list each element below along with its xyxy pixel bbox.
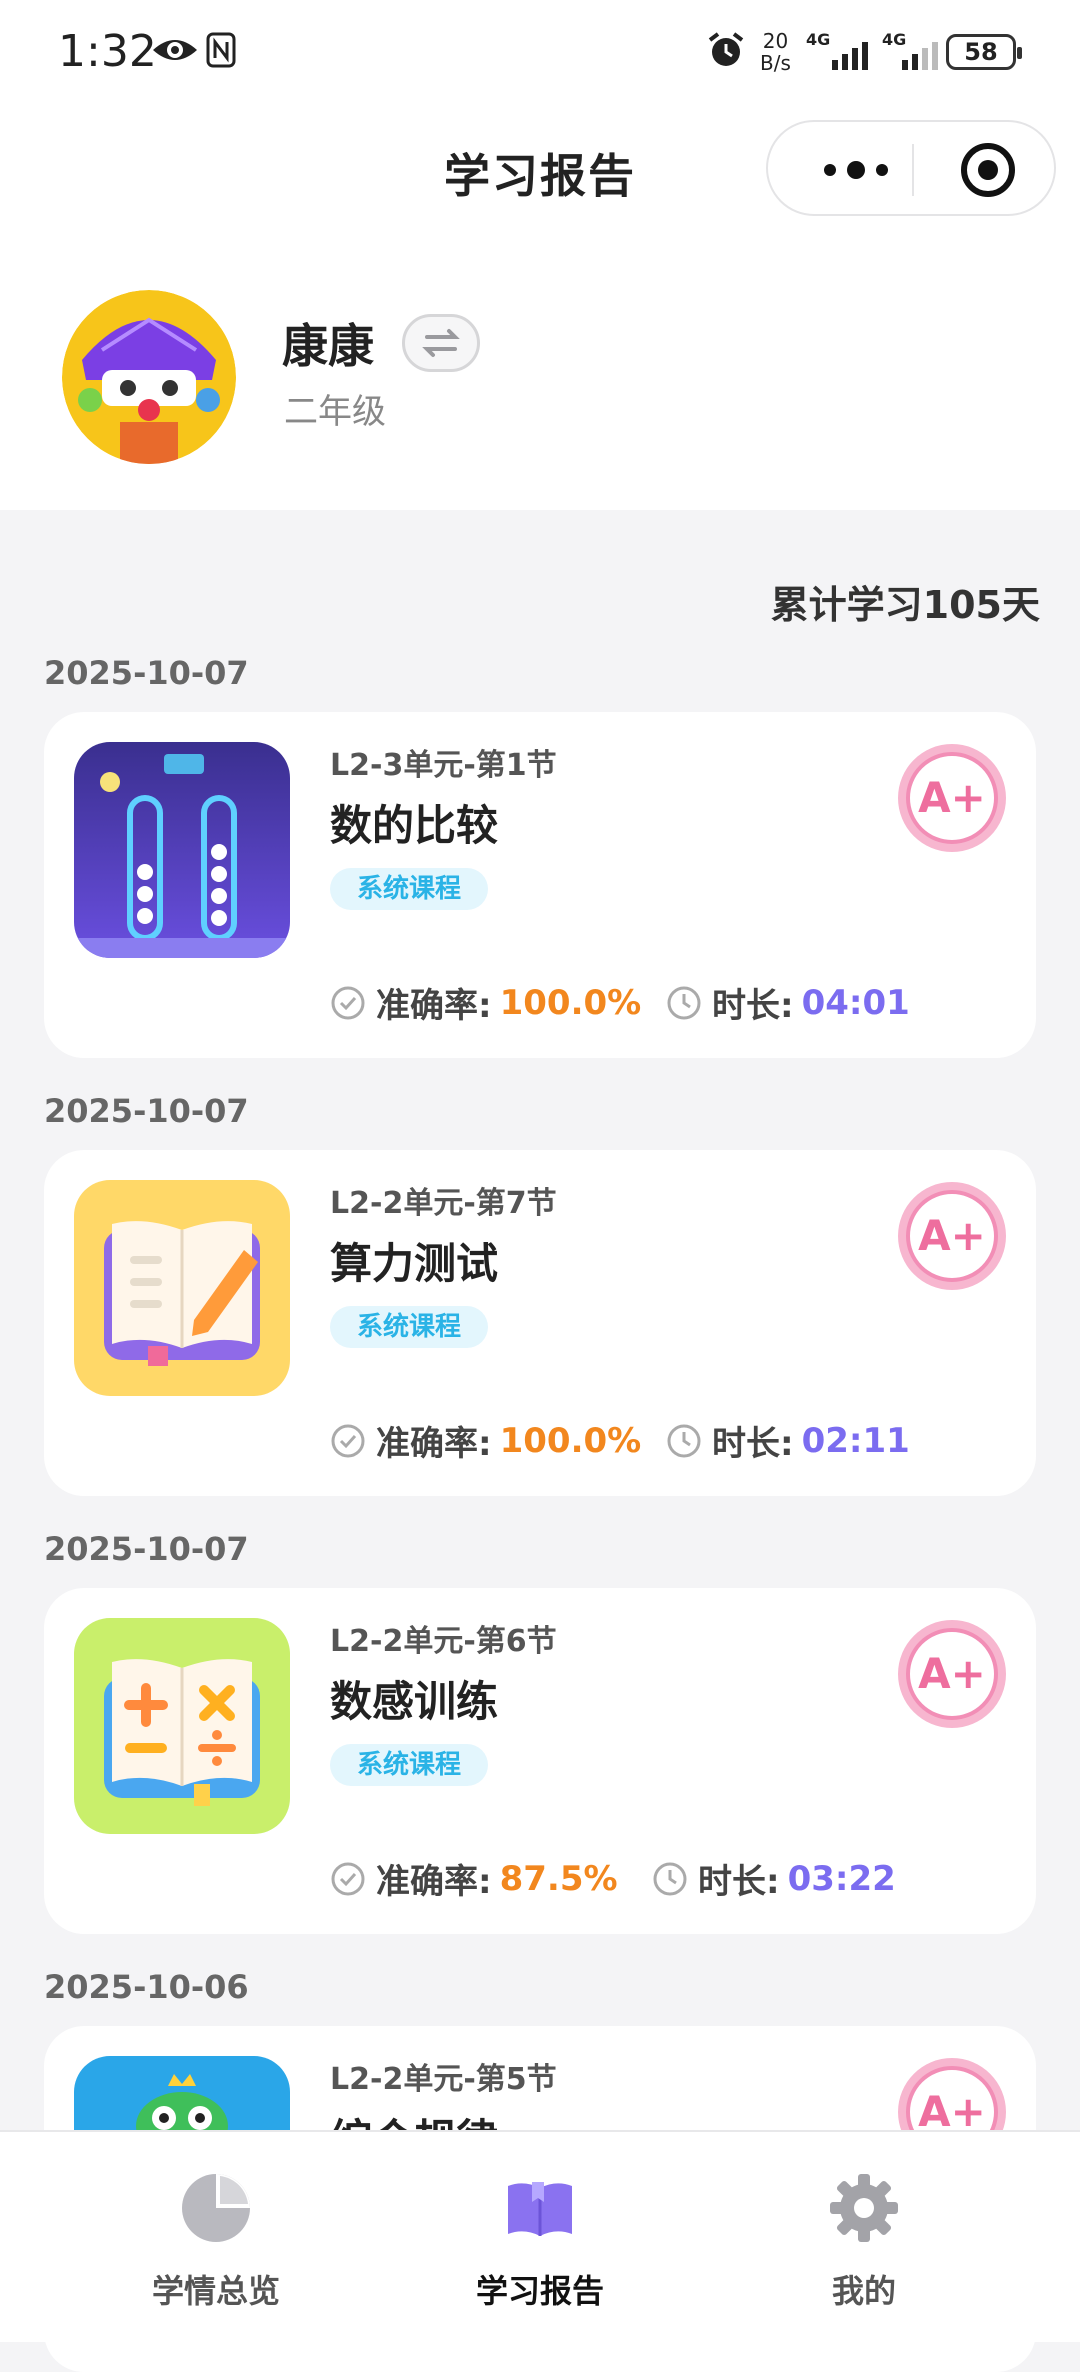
- accuracy-stat: 准确率: 100.0%: [330, 1416, 641, 1465]
- lesson-thumbnail: [74, 1618, 290, 1834]
- check-circle-icon: [331, 1424, 365, 1457]
- duration-stat: 时长: 03:22: [652, 1854, 896, 1903]
- lesson-thumbnail: [74, 1180, 290, 1396]
- lesson-number: L2-3单元-第1节: [330, 748, 557, 783]
- duration-stat: 时长: 02:11: [666, 1416, 910, 1465]
- grade-badge-icon: A+: [898, 1182, 1006, 1290]
- cumulative-days: 累计学习105天: [770, 583, 1040, 627]
- capsule-divider: [912, 144, 914, 196]
- signal-icon: [832, 42, 868, 70]
- course-tag: 系统课程: [330, 868, 488, 910]
- accuracy-stat: 准确率: 100.0%: [330, 978, 641, 1027]
- nav-label: 学习报告: [475, 2272, 604, 2310]
- nav-item-overview[interactable]: 学情总览: [36, 2132, 396, 2342]
- accuracy-value: 87.5%: [499, 1858, 618, 1899]
- duration-value: 04:01: [801, 982, 910, 1023]
- nav-item-report[interactable]: 学习报告: [360, 2132, 720, 2342]
- more-icon[interactable]: [816, 152, 896, 188]
- accuracy-stat: 准确率: 87.5%: [330, 1854, 618, 1903]
- grade-badge-icon: A+: [898, 744, 1006, 852]
- username: 康康: [282, 319, 374, 373]
- report-date: 2025-10-07: [44, 654, 249, 692]
- switch-arrows-icon: [422, 329, 460, 357]
- signal-icon: [902, 42, 938, 70]
- report-card[interactable]: L2-2单元-第6节 数感训练 系统课程 A+ 准确率: 87.5% 时长: 0…: [44, 1588, 1036, 1934]
- grade-badge-icon: A+: [898, 1620, 1006, 1728]
- switch-account-button[interactable]: [402, 314, 480, 372]
- badge-text: A+: [918, 2087, 986, 2136]
- badge-text: A+: [918, 773, 986, 822]
- status-time: 1:32: [58, 26, 157, 77]
- duration-label: 时长:: [698, 1862, 780, 1902]
- duration-label: 时长:: [712, 1424, 794, 1464]
- report-date: 2025-10-07: [44, 1530, 249, 1568]
- lesson-number: L2-2单元-第6节: [330, 1624, 557, 1659]
- grade-label: 二年级: [284, 392, 386, 432]
- check-circle-icon: [331, 1862, 365, 1895]
- nav-label: 学情总览: [151, 2272, 280, 2310]
- report-date: 2025-10-07: [44, 1092, 249, 1130]
- accuracy-label: 准确率:: [376, 1862, 492, 1902]
- eye-icon: [153, 40, 197, 60]
- lesson-number: L2-2单元-第7节: [330, 1186, 557, 1221]
- battery-indicator: 58: [946, 34, 1022, 70]
- lesson-number: L2-2单元-第5节: [330, 2062, 557, 2097]
- duration-stat: 时长: 04:01: [666, 978, 910, 1027]
- course-tag: 系统课程: [330, 1744, 488, 1786]
- avatar[interactable]: [62, 290, 236, 464]
- bottom-nav: 学情总览 学习报告 我的: [0, 2130, 1080, 2342]
- accuracy-value: 100.0%: [499, 982, 642, 1023]
- lesson-title: 数的比较: [330, 801, 499, 850]
- report-date: 2025-10-06: [44, 1968, 249, 2006]
- nfc-icon: [206, 32, 236, 68]
- check-circle-icon: [331, 986, 365, 1019]
- close-target-icon[interactable]: [958, 140, 1018, 200]
- nav-label: 我的: [831, 2272, 896, 2310]
- accuracy-label: 准确率:: [376, 986, 492, 1026]
- duration-label: 时长:: [712, 986, 794, 1026]
- duration-value: 02:11: [801, 1420, 910, 1461]
- badge-text: A+: [918, 1649, 986, 1698]
- clock-icon: [667, 1424, 701, 1457]
- lesson-thumbnail: [74, 742, 290, 958]
- duration-value: 03:22: [787, 1858, 896, 1899]
- accuracy-label: 准确率:: [376, 1424, 492, 1464]
- net-speed-value: 20: [762, 29, 789, 53]
- course-tag: 系统课程: [330, 1306, 488, 1348]
- net-speed-unit: B/s: [760, 51, 791, 75]
- status-bar: 1:32 20 B/s 4G 4G 58: [0, 0, 1080, 110]
- accuracy-value: 100.0%: [499, 1420, 642, 1461]
- mini-program-capsule: [766, 120, 1056, 216]
- badge-text: A+: [918, 1211, 986, 1260]
- clock-icon: [653, 1862, 687, 1895]
- lesson-title: 数感训练: [330, 1677, 499, 1726]
- gear-icon: [830, 2174, 898, 2242]
- report-card[interactable]: L2-3单元-第1节 数的比较 系统课程 A+ 准确率: 100.0% 时长: …: [44, 712, 1036, 1058]
- pie-chart-icon: [182, 2174, 250, 2242]
- book-icon: [508, 2182, 572, 2236]
- nav-item-mine[interactable]: 我的: [684, 2132, 1044, 2342]
- net-speed: 20 B/s: [760, 30, 791, 74]
- lesson-title: 算力测试: [330, 1239, 499, 1288]
- report-card[interactable]: L2-2单元-第7节 算力测试 系统课程 A+ 准确率: 100.0% 时长: …: [44, 1150, 1036, 1496]
- clock-icon: [667, 986, 701, 1019]
- alarm-icon: [708, 32, 744, 66]
